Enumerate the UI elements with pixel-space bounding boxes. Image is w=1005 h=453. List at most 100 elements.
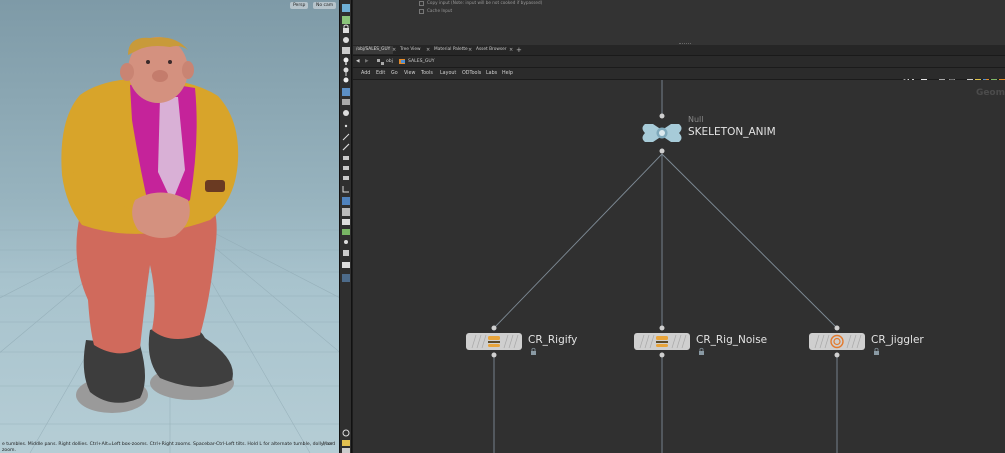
pen-tool-icon[interactable]: [342, 143, 350, 151]
list-view-icon[interactable]: [939, 70, 945, 85]
network-canvas[interactable]: Geom Null SKELETON_ANIM CR_Rigify CR_Rig…: [353, 80, 1005, 453]
viewport-status-text: e tumbles. Middle pans. Right dollies. C…: [2, 442, 336, 453]
forward-arrow-icon[interactable]: ▶: [365, 57, 369, 66]
menu-tools[interactable]: Tools: [421, 69, 433, 78]
lock-icon[interactable]: [699, 347, 704, 355]
shading-tool-icon[interactable]: [343, 250, 349, 256]
output-connector[interactable]: [834, 352, 840, 358]
menu-layout[interactable]: Layout: [440, 69, 456, 78]
node-skeleton-anim-name[interactable]: SKELETON_ANIM: [688, 126, 776, 138]
node-cr-jiggler[interactable]: [809, 325, 879, 358]
info-icon[interactable]: [342, 429, 350, 437]
handle-tool-icon[interactable]: [343, 37, 349, 43]
rig-node-icon: [488, 336, 500, 347]
transform-tool-icon[interactable]: [342, 16, 350, 24]
grid-tool-icon[interactable]: [342, 99, 350, 105]
menu-view[interactable]: View: [404, 69, 415, 78]
menu-edit[interactable]: Edit: [376, 69, 385, 78]
flipbook-tool-icon[interactable]: [342, 229, 350, 235]
color-palette-icon[interactable]: [983, 70, 989, 85]
cam-menu[interactable]: No cam: [313, 2, 337, 9]
menu-odtools[interactable]: ODTools: [462, 69, 481, 78]
select-tool-icon[interactable]: [342, 4, 350, 12]
lock-icon[interactable]: [531, 347, 536, 355]
tab-asset-browser[interactable]: Asset Browser: [473, 46, 510, 54]
pin-tool-icon[interactable]: [343, 67, 349, 77]
folder-icon[interactable]: [342, 440, 350, 446]
camera-tool-icon[interactable]: [342, 219, 350, 225]
close-tab-icon[interactable]: ×: [468, 46, 472, 54]
path-bar: ◀ ▶ obj SALES_GUY: [353, 56, 1005, 68]
network-menubar: Add Edit Go View Tools Layout ODTools La…: [353, 68, 1005, 86]
output-connector[interactable]: [659, 352, 665, 358]
input-connector[interactable]: [659, 113, 665, 119]
active-tool-icon[interactable]: [342, 197, 350, 205]
menu-go[interactable]: Go: [391, 69, 398, 78]
checkbox-icon[interactable]: [419, 0, 424, 6]
pane-tabs: /obj/SALES_GUY × Tree View × Material Pa…: [353, 45, 1005, 56]
add-tab-icon[interactable]: +: [516, 46, 522, 54]
grid-view-icon[interactable]: [948, 70, 956, 86]
node-cr-jiggler-name[interactable]: CR_jiggler: [871, 334, 924, 346]
lock-icon[interactable]: [343, 24, 349, 33]
render-tool-icon[interactable]: [342, 208, 350, 216]
knife-tool-icon[interactable]: [343, 156, 349, 160]
shape-palette-icon[interactable]: [991, 70, 997, 85]
measure-tool-icon[interactable]: [342, 186, 349, 193]
checkbox-icon[interactable]: [419, 8, 424, 14]
point-tool-icon[interactable]: [344, 124, 348, 128]
object-tool-icon[interactable]: [343, 110, 349, 116]
input-connector[interactable]: [834, 325, 840, 331]
badge-icon[interactable]: [999, 70, 1005, 85]
edge-tool-icon[interactable]: [342, 133, 350, 141]
background-tool-icon[interactable]: [342, 262, 350, 268]
path-obj[interactable]: obj: [386, 57, 393, 66]
node-cr-rig-noise-name[interactable]: CR_Rig_Noise: [696, 334, 767, 346]
note-icon[interactable]: [975, 70, 981, 85]
node-skeleton-anim[interactable]: [642, 113, 682, 154]
lock-icon[interactable]: [874, 347, 879, 355]
viewport-status: e tumbles. Middle pans. Right dollies. C…: [0, 441, 339, 453]
soft-tool-icon[interactable]: [343, 166, 349, 170]
node-cr-rigify[interactable]: [466, 325, 536, 358]
output-connector[interactable]: [491, 352, 497, 358]
bulb-tool-icon[interactable]: [343, 77, 349, 83]
character-model[interactable]: [61, 37, 239, 413]
close-tab-icon[interactable]: ×: [392, 46, 396, 54]
close-tab-icon[interactable]: ×: [509, 46, 513, 54]
input-connector[interactable]: [491, 325, 497, 331]
scene-viewport[interactable]: Persp No cam e tumbles. Middle pans. Rig…: [0, 0, 339, 453]
tab-material-palette[interactable]: Material Palette: [431, 46, 471, 54]
close-tab-icon[interactable]: ×: [426, 46, 430, 54]
param-cache-input-label: Cache Input: [427, 8, 453, 13]
camera-menu[interactable]: Persp: [290, 2, 309, 9]
input-connector[interactable]: [659, 325, 665, 331]
node-cr-rig-noise[interactable]: [634, 325, 704, 358]
sculpt-tool-icon[interactable]: [343, 176, 349, 180]
display-tool-icon[interactable]: [344, 240, 348, 244]
brush-tool-icon[interactable]: [342, 47, 350, 54]
path-sales-guy[interactable]: SALES_GUY: [408, 57, 435, 66]
menu-help[interactable]: Help: [502, 69, 513, 78]
visibility-tool-icon[interactable]: [342, 274, 350, 282]
network-icon: [377, 57, 384, 66]
snap-tool-icon[interactable]: [342, 88, 350, 96]
menu-add[interactable]: Add: [361, 69, 370, 78]
tree-icon[interactable]: [912, 70, 918, 85]
snap-icon[interactable]: [967, 70, 973, 85]
light-tool-icon[interactable]: [343, 57, 349, 66]
rig-node-icon: [656, 336, 668, 347]
square-icon[interactable]: [921, 70, 927, 85]
param-cache-input[interactable]: Cache Input: [419, 8, 452, 14]
node-cr-rigify-name[interactable]: CR_Rigify: [528, 334, 577, 346]
tab-tree-view[interactable]: Tree View: [397, 46, 424, 54]
wrench-icon[interactable]: [902, 70, 910, 86]
tab-network-obj[interactable]: /obj/SALES_GUY: [353, 46, 394, 54]
settings-icon[interactable]: [342, 448, 350, 453]
menu-labs[interactable]: Labs: [486, 69, 497, 78]
output-connector[interactable]: [659, 148, 665, 154]
tool-shelf: [339, 0, 352, 453]
back-arrow-icon[interactable]: ◀: [356, 57, 360, 66]
network-pane: Copy input (Note: input will be not cook…: [353, 0, 1005, 453]
param-copy-input[interactable]: Copy input (Note: input will be not cook…: [419, 0, 542, 6]
